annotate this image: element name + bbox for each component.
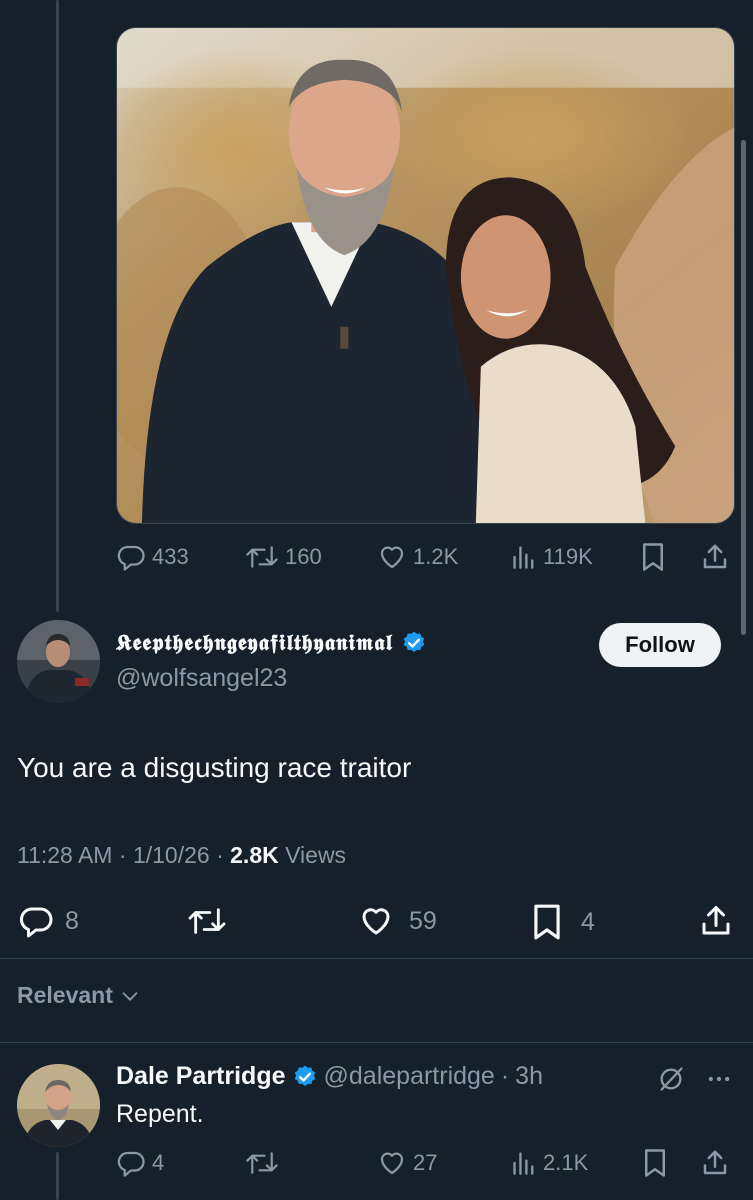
reply-sort-dropdown[interactable]: Relevant — [17, 982, 141, 1009]
more-options-button[interactable] — [704, 1064, 734, 1094]
media-bookmark-button[interactable] — [638, 542, 668, 572]
reply-views-button[interactable]: 2.1K — [511, 1148, 588, 1178]
sort-label: Relevant — [17, 982, 113, 1008]
tweet-date[interactable]: 1/10/26 — [133, 842, 210, 868]
reply-icon — [19, 907, 53, 938]
tweet-meta: 11:28 AM · 1/10/26 · 2.8K Views — [17, 842, 346, 869]
media-like-count: 1.2K — [413, 544, 459, 569]
reply-author-name[interactable]: Dale Partridge — [116, 1062, 286, 1091]
reply-like-count: 27 — [413, 1150, 438, 1175]
tweet-views-label: Views — [278, 842, 347, 868]
reply-text: Repent. — [116, 1100, 204, 1128]
media-reply-count: 433 — [152, 544, 189, 569]
scrollbar[interactable] — [741, 140, 746, 635]
reply-repost-button[interactable] — [245, 1148, 279, 1178]
meta-separator: · — [209, 842, 231, 868]
chevron-down-icon — [122, 991, 138, 1001]
reply-author-line: Dale Partridge @dalepartridge · 3h — [116, 1062, 543, 1091]
grok-icon — [660, 1067, 683, 1091]
heart-icon — [380, 546, 404, 569]
reply-icon — [117, 545, 145, 571]
repost-icon — [246, 1152, 278, 1174]
bookmark-count: 4 — [581, 907, 595, 936]
bookmark-icon — [643, 543, 663, 571]
analytics-icon — [513, 546, 534, 569]
media-views-count: 119K — [543, 544, 593, 569]
reply-share-button[interactable] — [700, 1148, 730, 1178]
like-button[interactable]: 59 — [357, 903, 437, 939]
meta-separator: · — [112, 842, 133, 868]
repost-button[interactable] — [186, 903, 228, 939]
reply-views-count: 2.1K — [543, 1150, 589, 1175]
reply-thread-line — [56, 1152, 59, 1200]
analytics-icon — [513, 1152, 534, 1175]
author-avatar[interactable] — [17, 620, 100, 703]
reply-like-button[interactable]: 27 — [377, 1148, 437, 1178]
author-name-text: 𝕶𝖊𝖊𝖕𝖙𝖍𝖊𝖈𝖍𝖓𝖌𝖊𝖞𝖆𝖋𝖎𝖑𝖙𝖍𝖞𝖆𝖓𝖎𝖒𝖆𝖑 — [116, 630, 394, 656]
verified-badge-icon — [294, 1065, 315, 1086]
reply-bookmark-button[interactable] — [640, 1148, 670, 1178]
share-icon — [702, 906, 730, 935]
repost-icon — [246, 546, 278, 568]
reply-reply-button[interactable]: 4 — [116, 1148, 164, 1178]
divider — [0, 958, 753, 959]
reply-separator: · — [500, 1062, 510, 1090]
x-thread-view: 433 160 1.2K 119K 𝕶𝖊𝖊𝖕𝖙𝖍𝖊𝖈𝖍𝖓𝖌𝖊𝖞𝖆𝖋𝖎𝖑𝖙𝖍𝖞𝖆𝖓… — [0, 0, 753, 1200]
media-share-button[interactable] — [700, 542, 730, 572]
bookmark-button[interactable]: 4 — [531, 903, 595, 941]
share-icon — [703, 544, 727, 569]
media-views-button[interactable]: 119K — [511, 542, 593, 572]
thread-line — [56, 0, 59, 612]
like-count: 59 — [409, 906, 437, 935]
reply-time[interactable]: 3h — [515, 1062, 543, 1091]
heart-icon — [380, 1152, 404, 1175]
reply-button[interactable]: 8 — [17, 903, 79, 939]
reply-author-avatar[interactable] — [17, 1064, 100, 1147]
post-photo[interactable] — [116, 27, 735, 524]
reply-reply-count: 4 — [152, 1150, 165, 1175]
divider — [0, 1042, 753, 1043]
heart-icon — [362, 908, 390, 935]
share-button[interactable] — [698, 903, 734, 939]
tweet-time[interactable]: 11:28 AM — [17, 842, 112, 868]
verified-badge-icon — [403, 631, 425, 652]
media-like-button[interactable]: 1.2K — [377, 542, 458, 572]
bookmark-icon — [645, 1149, 665, 1177]
tweet-text: You are a disgusting race traitor — [17, 752, 412, 783]
repost-icon — [188, 908, 226, 934]
tweet-views-count: 2.8K — [230, 842, 279, 868]
grok-button[interactable] — [656, 1064, 686, 1094]
bookmark-icon — [534, 904, 560, 940]
more-icon — [708, 1076, 730, 1082]
follow-button[interactable]: Follow — [599, 623, 721, 667]
author-handle[interactable]: @wolfsangel23 — [116, 664, 287, 693]
reply-author-handle[interactable]: @dalepartridge — [324, 1062, 495, 1091]
media-reply-button[interactable]: 433 — [116, 542, 189, 572]
reply-count: 8 — [65, 906, 79, 935]
media-repost-count: 160 — [285, 544, 322, 569]
media-repost-button[interactable]: 160 — [245, 542, 322, 572]
reply-icon — [117, 1151, 145, 1177]
author-display-name[interactable]: 𝕶𝖊𝖊𝖕𝖙𝖍𝖊𝖈𝖍𝖓𝖌𝖊𝖞𝖆𝖋𝖎𝖑𝖙𝖍𝖞𝖆𝖓𝖎𝖒𝖆𝖑 — [116, 630, 427, 656]
share-icon — [703, 1150, 727, 1175]
